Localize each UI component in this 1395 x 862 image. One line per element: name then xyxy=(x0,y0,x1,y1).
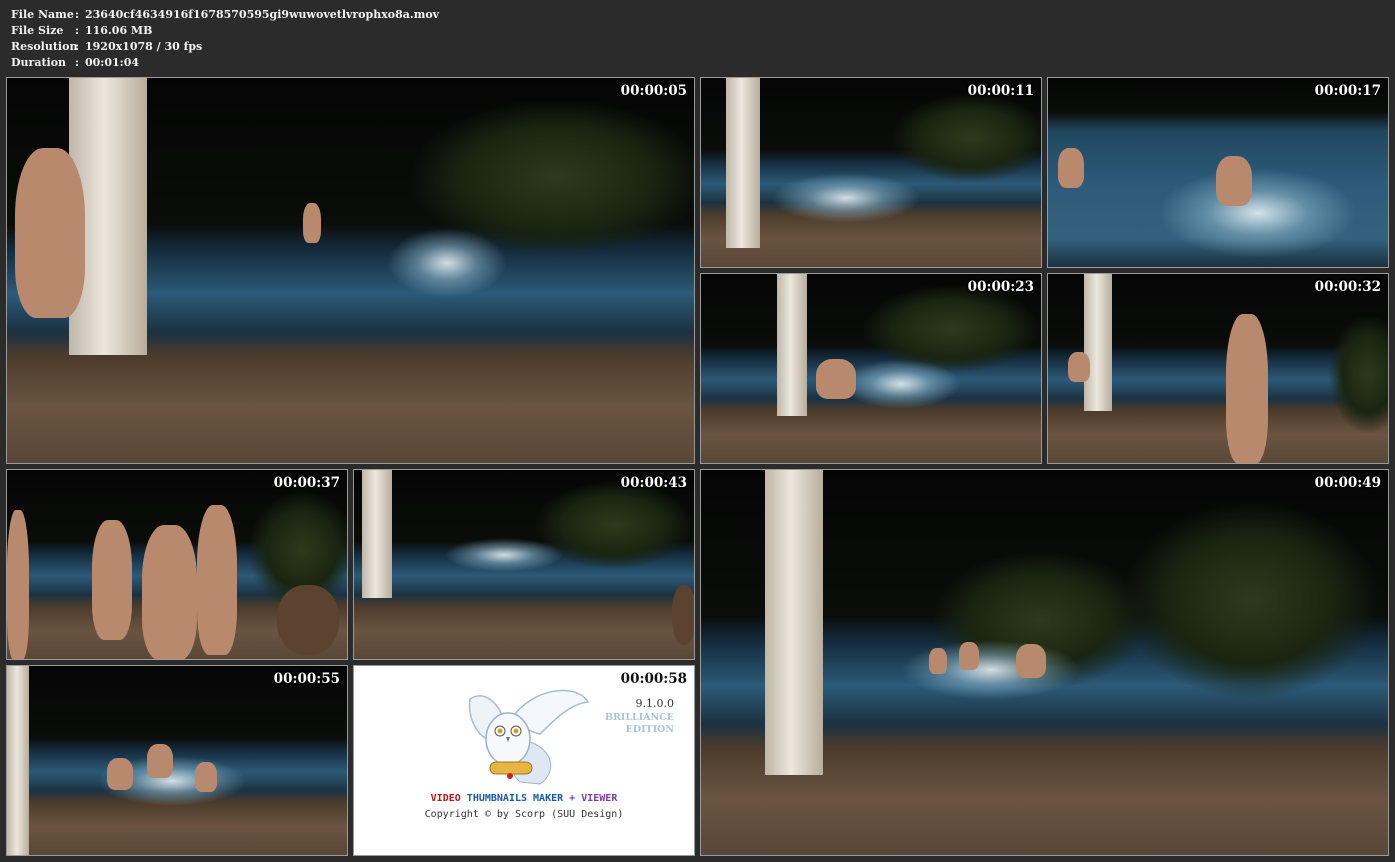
info-separator: : xyxy=(75,56,80,69)
person-figure xyxy=(303,203,321,243)
water-splash xyxy=(444,538,564,572)
video-thumbnail[interactable]: 00:00:11 xyxy=(700,77,1042,268)
info-label: File Size xyxy=(11,24,64,37)
edition-line: BRILLIANCE xyxy=(604,712,674,723)
timestamp: 00:00:32 xyxy=(1314,279,1381,295)
palm-foliage xyxy=(891,93,1041,183)
product-name-part: VIEWER xyxy=(581,793,618,804)
person-figure xyxy=(15,148,85,318)
water-splash xyxy=(387,228,507,298)
info-row-duration: Duration : 00:01:04 xyxy=(11,55,439,71)
video-thumbnail[interactable]: 00:00:43 xyxy=(353,469,695,660)
info-separator: : xyxy=(75,8,80,21)
palm-foliage xyxy=(1121,500,1381,700)
info-row-filesize: File Size : 116.06 MB xyxy=(11,23,439,39)
timestamp: 00:00:58 xyxy=(620,671,687,687)
timestamp: 00:00:55 xyxy=(273,671,340,687)
person-figure xyxy=(1068,352,1090,382)
person-figure xyxy=(929,648,947,674)
person-figure xyxy=(1058,148,1084,188)
logo-thumbnail[interactable]: 00:00:58 9.1.0.0 BRILLIANCE EDITION VIDE… xyxy=(353,665,695,856)
info-value: 23640cf4634916f1678570595gi9wuwovetlvrop… xyxy=(85,8,440,21)
edition-label: BRILLIANCE EDITION xyxy=(594,712,674,736)
file-info-panel: File Name : 23640cf4634916f1678570595gi9… xyxy=(11,7,439,71)
info-value: 116.06 MB xyxy=(85,24,153,37)
pillar xyxy=(777,274,807,416)
pillar xyxy=(1084,274,1112,411)
pillar xyxy=(765,470,823,775)
product-name-part: THUMBNAILS MAKER xyxy=(466,793,564,804)
edition-line: EDITION xyxy=(625,724,674,735)
video-thumbnail[interactable]: 00:00:23 xyxy=(700,273,1042,464)
product-name: VIDEO THUMBNAILS MAKER + VIEWER xyxy=(354,793,694,804)
video-thumbnail[interactable]: 00:00:55 xyxy=(6,665,348,856)
plant-pot xyxy=(672,585,694,645)
info-label: File Name xyxy=(11,8,74,21)
person-figure xyxy=(7,510,29,659)
video-thumbnail[interactable]: 00:00:32 xyxy=(1047,273,1389,464)
person-figure xyxy=(147,744,173,778)
pillar xyxy=(362,470,392,598)
water-splash xyxy=(901,640,1081,700)
person-figure xyxy=(195,762,217,792)
version-label: 9.1.0.0 xyxy=(635,697,674,710)
person-figure xyxy=(816,359,856,399)
water-splash xyxy=(841,359,961,409)
video-thumbnail[interactable]: 00:00:05 xyxy=(6,77,695,464)
water-splash xyxy=(771,173,921,223)
pillar xyxy=(7,666,29,855)
person-figure xyxy=(107,758,133,790)
person-figure xyxy=(959,642,979,670)
info-value: 00:01:04 xyxy=(85,56,140,69)
info-label: Resolution xyxy=(11,40,78,53)
info-label: Duration xyxy=(11,56,67,69)
person-figure xyxy=(142,525,197,659)
info-row-resolution: Resolution : 1920x1078 / 30 fps xyxy=(11,39,439,55)
timestamp: 00:00:43 xyxy=(620,475,687,491)
copyright-text: Copyright © by Scorp (SUU Design) xyxy=(424,809,624,820)
water-splash xyxy=(1158,168,1358,258)
owl-logo-icon xyxy=(468,689,590,785)
product-name-part: + xyxy=(569,793,576,804)
product-name-part: VIDEO xyxy=(430,793,461,804)
info-row-filename: File Name : 23640cf4634916f1678570595gi9… xyxy=(11,7,439,23)
pillar xyxy=(726,78,760,248)
timestamp: 00:00:49 xyxy=(1314,475,1381,491)
timestamp: 00:00:05 xyxy=(620,83,687,99)
timestamp: 00:00:37 xyxy=(273,475,340,491)
video-thumbnail[interactable]: 00:00:17 xyxy=(1047,77,1389,268)
person-figure xyxy=(92,520,132,640)
person-figure xyxy=(1216,156,1252,206)
plant-pot xyxy=(277,585,339,655)
video-thumbnail[interactable]: 00:00:49 xyxy=(700,469,1389,856)
timestamp: 00:00:23 xyxy=(967,279,1034,295)
info-separator: : xyxy=(75,40,80,53)
info-value: 1920x1078 / 30 fps xyxy=(85,40,203,53)
timestamp: 00:00:11 xyxy=(967,83,1034,99)
person-figure xyxy=(1226,314,1268,463)
video-thumbnail[interactable]: 00:00:37 xyxy=(6,469,348,660)
timestamp: 00:00:17 xyxy=(1314,83,1381,99)
person-figure xyxy=(197,505,237,655)
info-separator: : xyxy=(75,24,80,37)
person-figure xyxy=(1016,644,1046,678)
logo-card: 00:00:58 9.1.0.0 BRILLIANCE EDITION VIDE… xyxy=(354,666,694,855)
